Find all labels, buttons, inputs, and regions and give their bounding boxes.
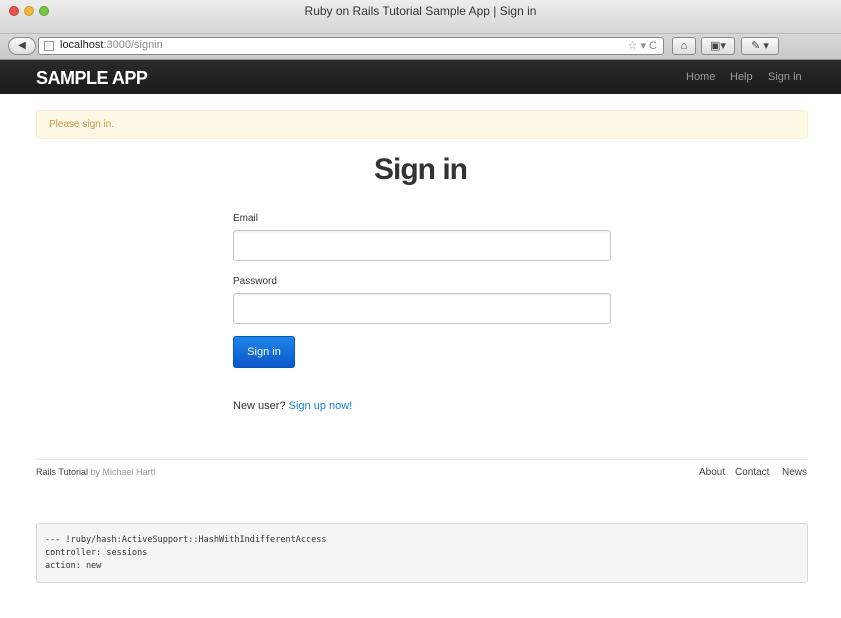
sign-up-link[interactable]: Sign up now! — [289, 400, 353, 412]
footer-contact-link[interactable]: Contact — [735, 467, 769, 478]
new-user-text: New user? — [233, 400, 286, 412]
address-bar[interactable]: localhost:3000/signin ☆ ▾ C — [38, 37, 664, 55]
debug-line: controller: sessions — [45, 548, 148, 558]
nav-home-link[interactable]: Home — [686, 71, 715, 83]
email-field[interactable] — [233, 230, 611, 261]
page-title: Sign in — [374, 153, 468, 186]
footer-news-link[interactable]: News — [782, 467, 807, 478]
footer-divider — [36, 459, 808, 460]
flash-message: Please sign in. — [49, 119, 115, 130]
browser-window: Ruby on Rails Tutorial Sample App | Sign… — [0, 0, 841, 618]
debug-line: --- !ruby/hash:ActiveSupport::HashWithIn… — [45, 535, 327, 545]
new-user-prompt: New user? Sign up now! — [233, 400, 352, 412]
sign-in-button[interactable]: Sign in — [233, 336, 295, 368]
browser-toolbar: ◀ localhost:3000/signin ☆ ▾ C ⌂ ▣▾ ✎ ▾ — [0, 34, 841, 60]
home-icon: ⌂ — [680, 40, 688, 52]
app-navbar: SAMPLE APP Home Help Sign in — [0, 60, 841, 94]
bookmarks-button[interactable]: ▣▾ — [701, 37, 735, 55]
logo-link[interactable]: SAMPLE APP — [36, 68, 148, 89]
home-button[interactable]: ⌂ — [672, 37, 696, 55]
url-text: localhost:3000/signin — [60, 39, 163, 51]
bookmark-star-icon[interactable]: ☆ ▾ C — [628, 39, 657, 52]
email-label: Email — [233, 213, 259, 224]
rails-tutorial-link[interactable]: Rails Tutorial — [36, 467, 88, 477]
title-bar: Ruby on Rails Tutorial Sample App | Sign… — [0, 0, 841, 34]
extension-button[interactable]: ✎ ▾ — [741, 37, 779, 55]
url-path: :3000/signin — [103, 39, 163, 51]
password-field[interactable] — [233, 293, 611, 324]
footer-about-link[interactable]: About — [699, 467, 725, 478]
author-credit[interactable]: by Michael Hartl — [91, 467, 156, 477]
page-icon — [44, 41, 54, 51]
debug-line: action: new — [45, 561, 102, 571]
extension-icon: ✎ ▾ — [751, 40, 769, 52]
nav-help-link[interactable]: Help — [730, 71, 753, 83]
password-label: Password — [233, 276, 277, 287]
url-host: localhost — [60, 39, 104, 51]
window-title: Ruby on Rails Tutorial Sample App | Sign… — [304, 4, 537, 18]
footer-credit: Rails Tutorial by Michael Hartl — [36, 467, 155, 477]
back-button[interactable]: ◀ — [8, 37, 36, 55]
bookmarks-icon: ▣▾ — [710, 40, 726, 52]
nav-signin-link[interactable]: Sign in — [768, 71, 802, 83]
flash-notice: Please sign in. — [36, 110, 808, 139]
debug-panel: --- !ruby/hash:ActiveSupport::HashWithIn… — [36, 523, 808, 583]
back-arrow-icon: ◀ — [18, 40, 26, 51]
